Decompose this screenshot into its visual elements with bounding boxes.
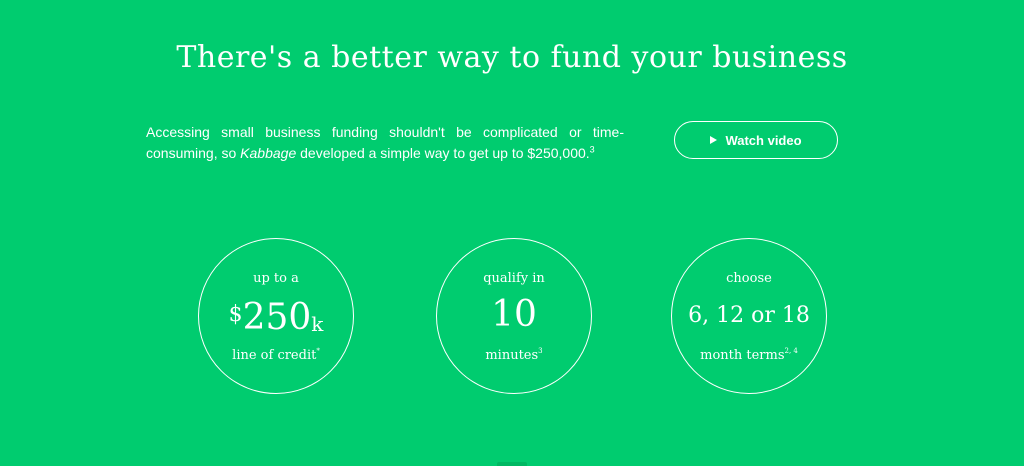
stat-caption-text: minutes: [485, 348, 539, 363]
watch-video-button[interactable]: Watch video: [674, 121, 838, 159]
play-icon: [710, 136, 718, 144]
stat-circle-qualify-time: qualify in 10 minutes3: [436, 238, 592, 394]
stat-caption-bottom: minutes3: [437, 347, 591, 363]
stat-caption-top: up to a: [253, 271, 299, 286]
stat-number: 250: [242, 297, 312, 338]
stat-circle-credit-line: up to a $250k line of credit*: [198, 238, 354, 394]
intro-footnote: 3: [589, 144, 595, 155]
scroll-down-tab[interactable]: [497, 462, 527, 466]
stat-value: 6, 12 or 18: [688, 303, 810, 328]
stat-caption-text: line of credit: [232, 348, 317, 363]
stat-caption-bottom: line of credit*: [199, 347, 353, 363]
stat-caption-top: qualify in: [483, 271, 545, 286]
stat-caption-text: month terms: [700, 348, 785, 363]
watch-video-label: Watch video: [725, 132, 802, 148]
stat-caption-top: choose: [726, 271, 772, 286]
intro-text-end: developed a simple way to get up to $250…: [296, 145, 590, 161]
stat-caption-bottom: month terms2, 4: [672, 347, 826, 363]
stat-value: 10: [491, 294, 537, 335]
page-title: There's a better way to fund your busine…: [176, 40, 848, 75]
intro-paragraph: Accessing small business funding shouldn…: [146, 122, 624, 164]
stat-footnote: 3: [538, 347, 543, 355]
stat-circle-terms: choose 6, 12 or 18 month terms2, 4: [671, 238, 827, 394]
stat-footnote: 2, 4: [784, 347, 798, 355]
stat-suffix: k: [311, 312, 324, 336]
stat-value: $250k: [199, 295, 353, 344]
stat-footnote: *: [316, 347, 320, 355]
brand-name: Kabbage: [240, 145, 297, 161]
stat-currency: $: [228, 302, 243, 327]
